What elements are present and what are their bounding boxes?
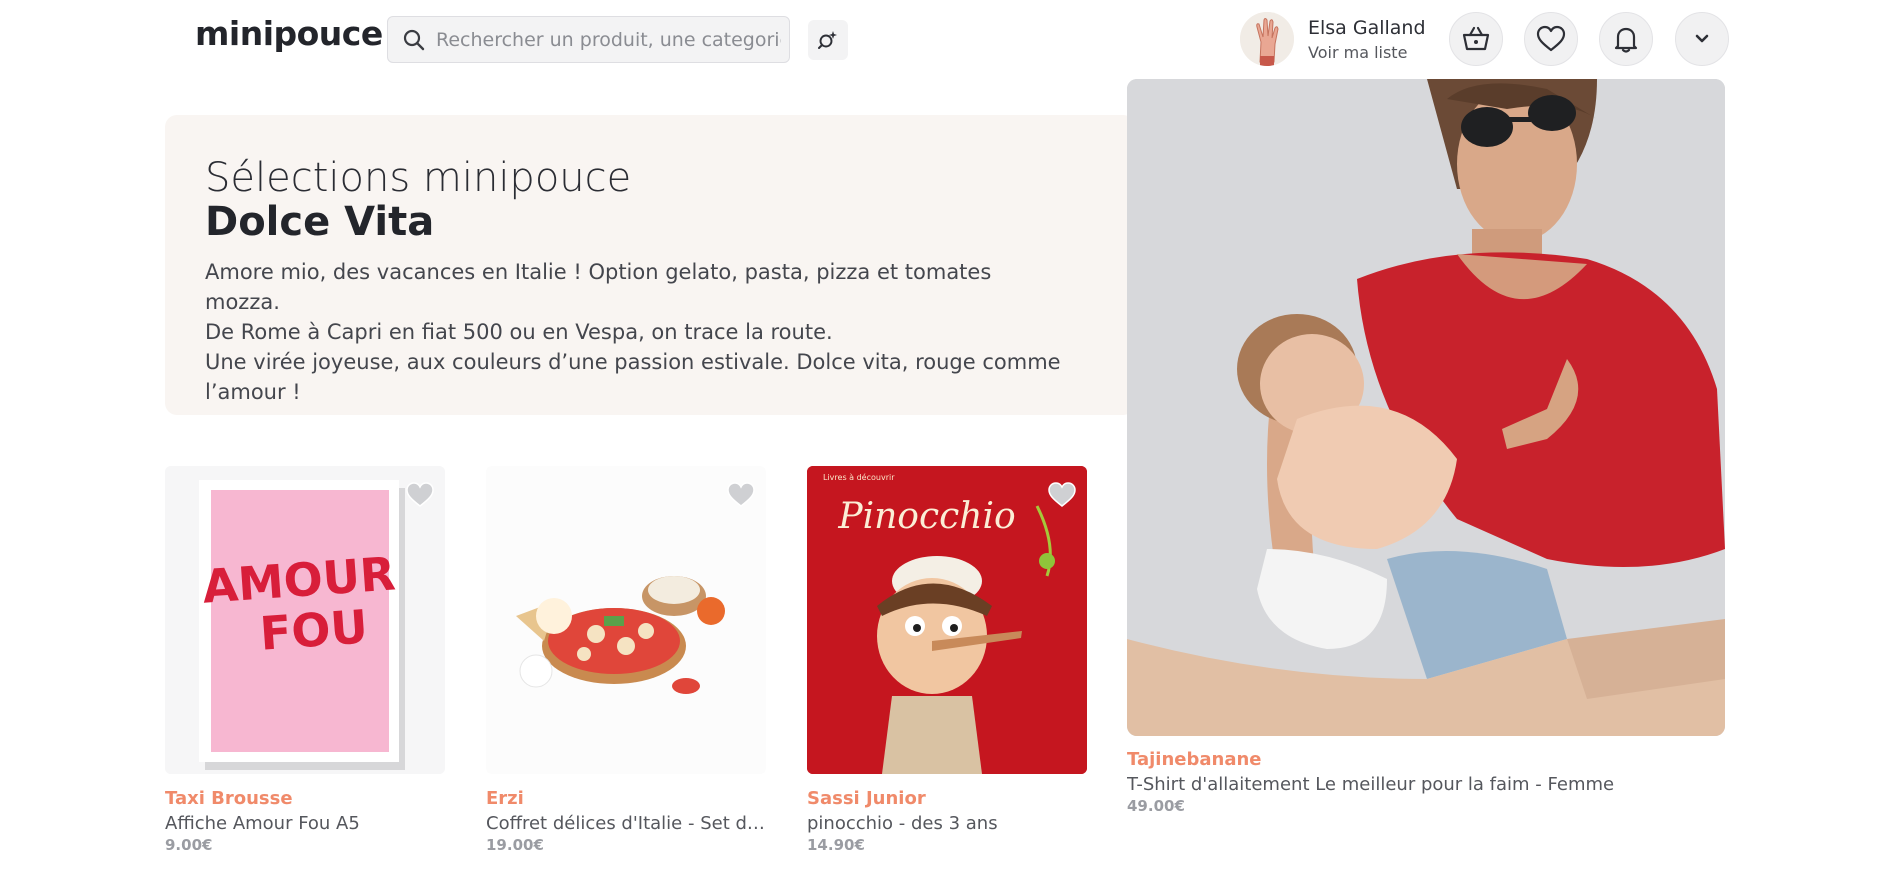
chevron-down-icon [1695,34,1709,43]
product-card[interactable]: AMOUR FOU Taxi Brousse Affiche Amour Fou… [165,466,445,854]
product-name[interactable]: pinocchio - des 3 ans [807,813,1087,834]
header: minipouce El [0,0,1891,78]
heart-icon[interactable] [405,480,435,508]
hero-desc-line: l’amour ! [205,380,301,404]
poster-text-line: FOU [258,599,369,660]
basket-button[interactable] [1449,12,1503,66]
product-image[interactable]: Livres à découvrir Pinocchio [807,466,1087,774]
product-image[interactable] [486,466,766,774]
search-bar[interactable] [387,16,790,63]
product-brand[interactable]: Erzi [486,788,766,809]
account-dropdown-button[interactable] [1675,12,1729,66]
heart-icon [1536,25,1566,52]
hero-subtitle: Dolce Vita [205,199,435,245]
page: minipouce El [0,0,1891,881]
heart-icon[interactable] [726,480,756,508]
product-brand[interactable]: Sassi Junior [807,788,1087,809]
view-list-link[interactable]: Voir ma liste [1308,43,1426,62]
featured-product-card[interactable]: Tajinebanane T-Shirt d'allaitement Le me… [1127,749,1727,815]
user-name: Elsa Galland [1308,16,1426,39]
hero-desc-line: De Rome à Capri en fiat 500 ou en Vespa,… [205,320,833,344]
notifications-button[interactable] [1599,12,1653,66]
logo[interactable]: minipouce [195,14,383,53]
product-card[interactable]: Erzi Coffret délices d'Italie - Set de .… [486,466,766,854]
product-price: 19.00€ [486,836,544,854]
hero-description: Amore mio, des vacances en Italie ! Opti… [205,257,1065,407]
product-price: 9.00€ [165,836,213,854]
product-image[interactable]: AMOUR FOU [165,466,445,774]
heart-icon[interactable] [1047,480,1077,508]
product-brand[interactable]: Tajinebanane [1127,749,1727,770]
search-icon [403,29,425,50]
product-price: 49.00€ [1127,797,1185,815]
avatar [1240,12,1294,66]
hero-desc-line: Amore mio, des vacances en Italie ! Opti… [205,260,992,314]
ai-search-button[interactable] [808,20,848,60]
book-title: Pinocchio [837,496,1015,537]
product-name[interactable]: T-Shirt d'allaitement Le meilleur pour l… [1127,774,1727,795]
hero-title: Sélections minipouce [205,155,632,201]
selection-hero: Sélections minipouce Dolce Vita Amore mi… [165,115,1135,415]
book-corner-label: Livres à découvrir [823,472,895,482]
basket-icon [1462,26,1490,51]
hand-icon [1240,12,1294,66]
product-price: 14.90€ [807,836,865,854]
hero-desc-line: Une virée joyeuse, aux couleurs d’une pa… [205,350,1061,374]
wooden-food-set-image [486,466,766,774]
poster-image: AMOUR FOU [165,466,445,774]
product-name[interactable]: Affiche Amour Fou A5 [165,813,445,834]
bell-icon [1614,27,1638,53]
product-brand[interactable]: Taxi Brousse [165,788,445,809]
ai-search-icon [818,31,837,49]
featured-product-image[interactable] [1127,79,1725,736]
user-menu[interactable]: Elsa Galland Voir ma liste [1240,12,1426,66]
product-card[interactable]: Livres à découvrir Pinocchio Sassi Junio… [807,466,1087,854]
product-name[interactable]: Coffret délices d'Italie - Set de ... [486,813,766,834]
mother-baby-photo [1127,79,1725,736]
pinocchio-book-image: Livres à découvrir Pinocchio [807,466,1087,774]
user-info: Elsa Galland Voir ma liste [1308,17,1426,62]
favorites-button[interactable] [1524,12,1578,66]
search-input[interactable] [436,28,781,51]
